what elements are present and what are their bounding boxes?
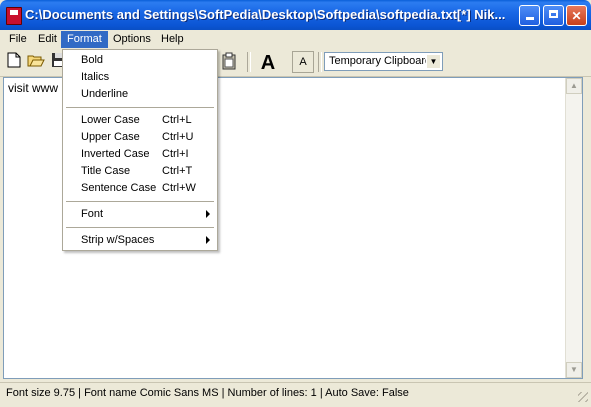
menu-separator — [66, 227, 214, 228]
title-bar[interactable]: C:\Documents and Settings\SoftPedia\Desk… — [0, 0, 591, 30]
clipboard-select[interactable]: Temporary Clipboard ▼ — [324, 52, 443, 71]
menu-item-shortcut: Ctrl+W — [162, 182, 196, 194]
menu-item-label: Title Case — [81, 165, 131, 177]
increase-font-button[interactable]: A — [255, 51, 281, 74]
window-title: C:\Documents and Settings\SoftPedia\Desk… — [25, 7, 505, 22]
clipboard-icon[interactable] — [219, 52, 239, 72]
menu-separator — [66, 107, 214, 108]
menu-item-label: Underline — [81, 88, 129, 100]
close-icon: ✕ — [571, 9, 582, 23]
menu-item-label: Lower Case — [81, 114, 140, 126]
menu-file[interactable]: File — [3, 31, 33, 48]
new-document-icon[interactable] — [4, 52, 24, 72]
decrease-font-button[interactable]: A — [292, 51, 314, 73]
editor-content[interactable]: visit www — [8, 81, 58, 95]
scroll-down-icon[interactable]: ▼ — [566, 362, 582, 378]
maximize-icon — [549, 10, 558, 18]
submenu-arrow-icon — [206, 210, 210, 218]
open-folder-icon[interactable] — [26, 52, 46, 72]
menu-item-upper-case[interactable]: Upper Case Ctrl+U — [63, 129, 217, 146]
menu-item-italics[interactable]: Italics — [63, 69, 217, 86]
menu-item-title-case[interactable]: Title Case Ctrl+T — [63, 163, 217, 180]
menu-item-bold[interactable]: Bold — [63, 52, 217, 69]
menu-item-font[interactable]: Font — [63, 206, 217, 223]
status-bar: Font size 9.75 | Font name Comic Sans MS… — [0, 382, 591, 405]
menu-item-label: Italics — [81, 71, 110, 83]
menu-help[interactable]: Help — [155, 31, 190, 48]
status-text: Font size 9.75 | Font name Comic Sans MS… — [6, 387, 409, 399]
menu-item-shortcut: Ctrl+U — [162, 131, 194, 143]
menu-separator — [66, 201, 214, 202]
minimize-icon — [525, 17, 534, 20]
app-icon[interactable] — [6, 7, 22, 25]
clipboard-select-value: Temporary Clipboard — [329, 55, 432, 67]
menu-item-label: Inverted Case — [81, 148, 150, 160]
menu-item-label: Upper Case — [81, 131, 140, 143]
toolbar-separator — [247, 52, 251, 72]
menu-bar: File Edit Format Options Help — [0, 30, 591, 48]
menu-item-label: Bold — [81, 54, 104, 66]
menu-format[interactable]: Format — [61, 31, 108, 48]
resize-grip-icon[interactable] — [578, 392, 588, 402]
submenu-arrow-icon — [206, 236, 210, 244]
minimize-button[interactable] — [519, 5, 540, 26]
menu-options[interactable]: Options — [107, 31, 157, 48]
menu-item-underline[interactable]: Underline — [63, 86, 217, 103]
menu-item-shortcut: Ctrl+T — [162, 165, 193, 177]
menu-item-lower-case[interactable]: Lower Case Ctrl+L — [63, 112, 217, 129]
scroll-up-icon[interactable]: ▲ — [566, 78, 582, 94]
toolbar-separator — [318, 52, 322, 72]
chevron-down-icon[interactable]: ▼ — [426, 54, 441, 69]
menu-item-label: Strip w/Spaces — [81, 234, 155, 246]
format-menu: Bold Italics Underline Lower Case Ctrl+L… — [62, 49, 218, 251]
menu-item-shortcut: Ctrl+I — [162, 148, 189, 160]
menu-item-label: Font — [81, 208, 104, 220]
menu-item-strip-spaces[interactable]: Strip w/Spaces — [63, 232, 217, 249]
menu-item-shortcut: Ctrl+L — [162, 114, 192, 126]
maximize-button[interactable] — [543, 5, 564, 26]
app-window: C:\Documents and Settings\SoftPedia\Desk… — [0, 0, 591, 407]
menu-edit[interactable]: Edit — [32, 31, 63, 48]
menu-item-sentence-case[interactable]: Sentence Case Ctrl+W — [63, 180, 217, 197]
menu-item-inverted-case[interactable]: Inverted Case Ctrl+I — [63, 146, 217, 163]
close-button[interactable]: ✕ — [566, 5, 587, 26]
menu-item-label: Sentence Case — [81, 182, 157, 194]
vertical-scrollbar[interactable]: ▲ ▼ — [565, 78, 582, 378]
